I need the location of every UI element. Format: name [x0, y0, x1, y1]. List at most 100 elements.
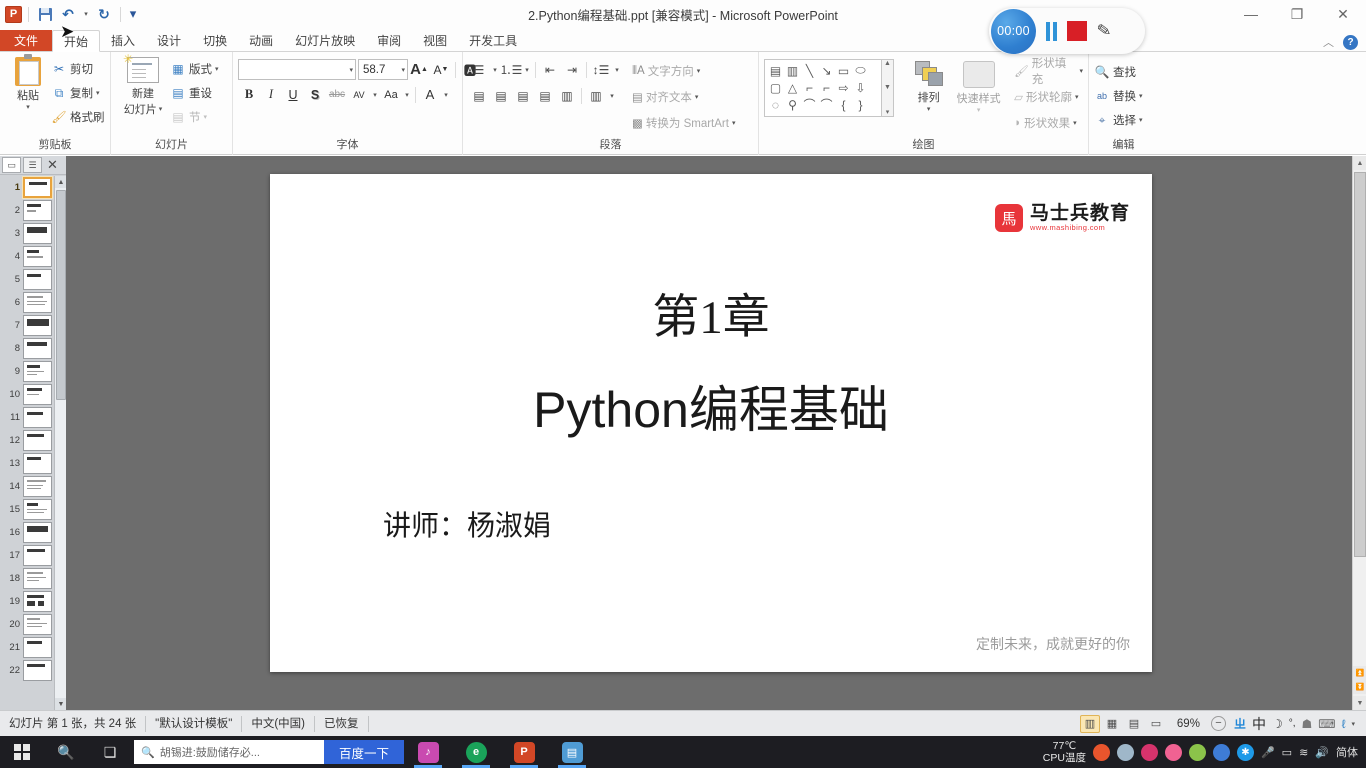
shape-oval-icon[interactable]: ⬭: [852, 62, 869, 79]
slide-thumbnail-14[interactable]: 14: [0, 475, 54, 498]
slide-thumbnail-list[interactable]: 1 2 3 4 5 6 7 8 9 10 11 12 13 14 15 16 17 18 19 20 21 22: [0, 176, 54, 710]
battery-icon[interactable]: ▭: [1282, 746, 1292, 759]
annotate-pen-icon[interactable]: ✎: [1096, 20, 1113, 42]
taskbar-app-powerpoint[interactable]: P: [500, 736, 548, 768]
numbering-icon[interactable]: ⒈☰: [500, 59, 523, 80]
chevron-down-icon[interactable]: ▾: [1139, 116, 1143, 124]
customize-qat-icon[interactable]: ▾: [127, 4, 139, 24]
shape-cloud-icon[interactable]: ◌: [767, 96, 784, 113]
start-button[interactable]: [0, 736, 44, 768]
chevron-down-icon[interactable]: ▾: [732, 119, 736, 127]
shape-scribble-icon[interactable]: ⚲: [784, 96, 801, 113]
volume-icon[interactable]: 🔊: [1315, 746, 1329, 759]
slide-thumbnail-preview[interactable]: [23, 223, 52, 244]
close-pane-icon[interactable]: ✕: [47, 157, 58, 173]
align-left-icon[interactable]: ▤: [468, 85, 490, 106]
font-size-input[interactable]: 58.7 ▾: [358, 59, 408, 80]
slide-thumbnail-2[interactable]: 2: [0, 199, 54, 222]
shape-arrow-icon[interactable]: ↘: [818, 62, 835, 79]
collapse-ribbon-icon[interactable]: ︿: [1323, 34, 1334, 50]
slide-thumbnail-6[interactable]: 6: [0, 291, 54, 314]
zoom-out-button[interactable]: −: [1210, 716, 1226, 731]
shape-rounded-rect-icon[interactable]: ▢: [767, 79, 784, 96]
redo-icon[interactable]: ↻: [94, 4, 114, 24]
task-view-button[interactable]: ❏: [88, 736, 132, 768]
character-spacing-button[interactable]: AV: [348, 84, 370, 105]
quick-styles-button[interactable]: 快速样式 ▾: [951, 59, 1006, 114]
font-name-input[interactable]: ▾: [238, 59, 356, 80]
slide-thumbnail-21[interactable]: 21: [0, 636, 54, 659]
slide-thumbnail-4[interactable]: 4: [0, 245, 54, 268]
gallery-scroll-up-icon[interactable]: ▲: [884, 60, 891, 67]
taskbar-app-edge[interactable]: e: [452, 736, 500, 768]
tencent-pc-manager-icon[interactable]: [1212, 743, 1230, 761]
shape-line-icon[interactable]: ╲: [801, 62, 818, 79]
shape-right-brace-icon[interactable]: }: [852, 96, 869, 113]
wps-tray-icon[interactable]: [1164, 743, 1182, 761]
chevron-down-icon[interactable]: ▾: [215, 65, 219, 73]
bullets-icon[interactable]: ☰: [468, 59, 490, 80]
layout-button[interactable]: ▦ 版式 ▾: [170, 57, 219, 81]
slide-thumbnail-preview[interactable]: [23, 660, 52, 681]
shapes-gallery-scrollbar[interactable]: ▲ ▼ ▾: [882, 59, 894, 117]
chevron-down-icon[interactable]: ▾: [695, 93, 699, 101]
slide-thumbnail-7[interactable]: 7: [0, 314, 54, 337]
slide-thumbnail-preview[interactable]: [23, 545, 52, 566]
slide-thumbnail-preview[interactable]: [23, 637, 52, 658]
slide-thumbnail-preview[interactable]: [23, 568, 52, 589]
chevron-down-icon[interactable]: ▾: [1351, 720, 1355, 728]
change-case-button[interactable]: Aa: [380, 84, 402, 105]
ime-toolbar[interactable]: ㄓ 中 ☽ °, ☗ ⌨ ℓ ▾: [1228, 714, 1361, 734]
baidu-search-button[interactable]: 百度一下: [324, 740, 404, 764]
chevron-down-icon[interactable]: ▾: [159, 105, 163, 113]
ime-punctuation-icon[interactable]: °,: [1289, 718, 1296, 729]
shape-curve-icon[interactable]: ⌒: [818, 96, 835, 113]
chrome-tray-icon[interactable]: [1092, 743, 1110, 761]
chevron-down-icon[interactable]: ▾: [1075, 93, 1079, 101]
next-slide-icon[interactable]: ⏬: [1353, 680, 1366, 694]
copy-button[interactable]: ⧉ 复制 ▾: [51, 81, 105, 105]
chevron-down-icon[interactable]: ▾: [927, 105, 931, 113]
powerpoint-app-icon[interactable]: P: [5, 5, 22, 23]
view-slideshow-button[interactable]: ▭: [1146, 715, 1166, 733]
slide-title-line-2[interactable]: Python编程基础: [270, 370, 1152, 442]
help-icon[interactable]: ?: [1343, 34, 1358, 50]
text-direction-button[interactable]: ⦀A 文字方向 ▾: [632, 60, 735, 82]
chevron-down-icon[interactable]: ▾: [26, 103, 30, 111]
chevron-down-icon[interactable]: ▾: [1139, 92, 1143, 100]
slide-thumbnail-17[interactable]: 17: [0, 544, 54, 567]
chevron-down-icon[interactable]: ▾: [441, 84, 451, 105]
chevron-down-icon[interactable]: ▾: [401, 66, 405, 74]
slide-thumbnail-preview[interactable]: [23, 315, 52, 336]
tab-transitions[interactable]: 切换: [192, 30, 238, 52]
ime-mode-icon[interactable]: ㄓ: [1234, 715, 1246, 732]
tab-view[interactable]: 视图: [412, 30, 458, 52]
slide-thumbnail-20[interactable]: 20: [0, 613, 54, 636]
wifi-icon[interactable]: ≋: [1299, 746, 1308, 759]
align-right-icon[interactable]: ▤: [512, 85, 534, 106]
justify-icon[interactable]: ▤: [534, 85, 556, 106]
view-normal-button[interactable]: ▥: [1079, 714, 1100, 733]
slide-thumbnail-19[interactable]: 19: [0, 590, 54, 613]
tab-design[interactable]: 设计: [146, 30, 192, 52]
chevron-down-icon[interactable]: ▾: [402, 84, 412, 105]
shapes-gallery[interactable]: ▤ ▥ ╲ ↘ ▭ ⬭ ▢ △ ⌐ ⌐ ⇨ ⇩ ◌ ⚲ ⌒ ⌒ {}: [764, 59, 882, 117]
shape-right-arrow-icon[interactable]: ⇨: [835, 79, 852, 96]
chevron-down-icon[interactable]: ▾: [204, 113, 208, 121]
shape-arc-icon[interactable]: ⌒: [801, 96, 818, 113]
bluetooth-icon[interactable]: ✱: [1236, 743, 1254, 761]
close-button[interactable]: ✕: [1320, 0, 1366, 28]
find-button[interactable]: 🔍 查找: [1094, 60, 1143, 84]
language-status[interactable]: 中文(中国): [242, 715, 314, 733]
shape-elbow-arrow-icon[interactable]: ⌐: [818, 79, 835, 96]
line-spacing-icon[interactable]: ↕☰: [590, 59, 612, 80]
slide-count-status[interactable]: 幻灯片 第 1 张，共 24 张: [0, 715, 145, 733]
slide-thumbnail-preview[interactable]: [23, 407, 52, 428]
text-shadow-button[interactable]: S: [304, 84, 326, 105]
tab-insert[interactable]: 插入: [100, 30, 146, 52]
taskbar-app-file-explorer[interactable]: ▤: [548, 736, 596, 768]
restore-button[interactable]: ❐: [1274, 0, 1320, 28]
slide-thumbnail-preview[interactable]: [23, 200, 52, 221]
format-painter-button[interactable]: 🖌 格式刷: [51, 105, 104, 129]
stop-recording-button[interactable]: [1067, 21, 1087, 41]
